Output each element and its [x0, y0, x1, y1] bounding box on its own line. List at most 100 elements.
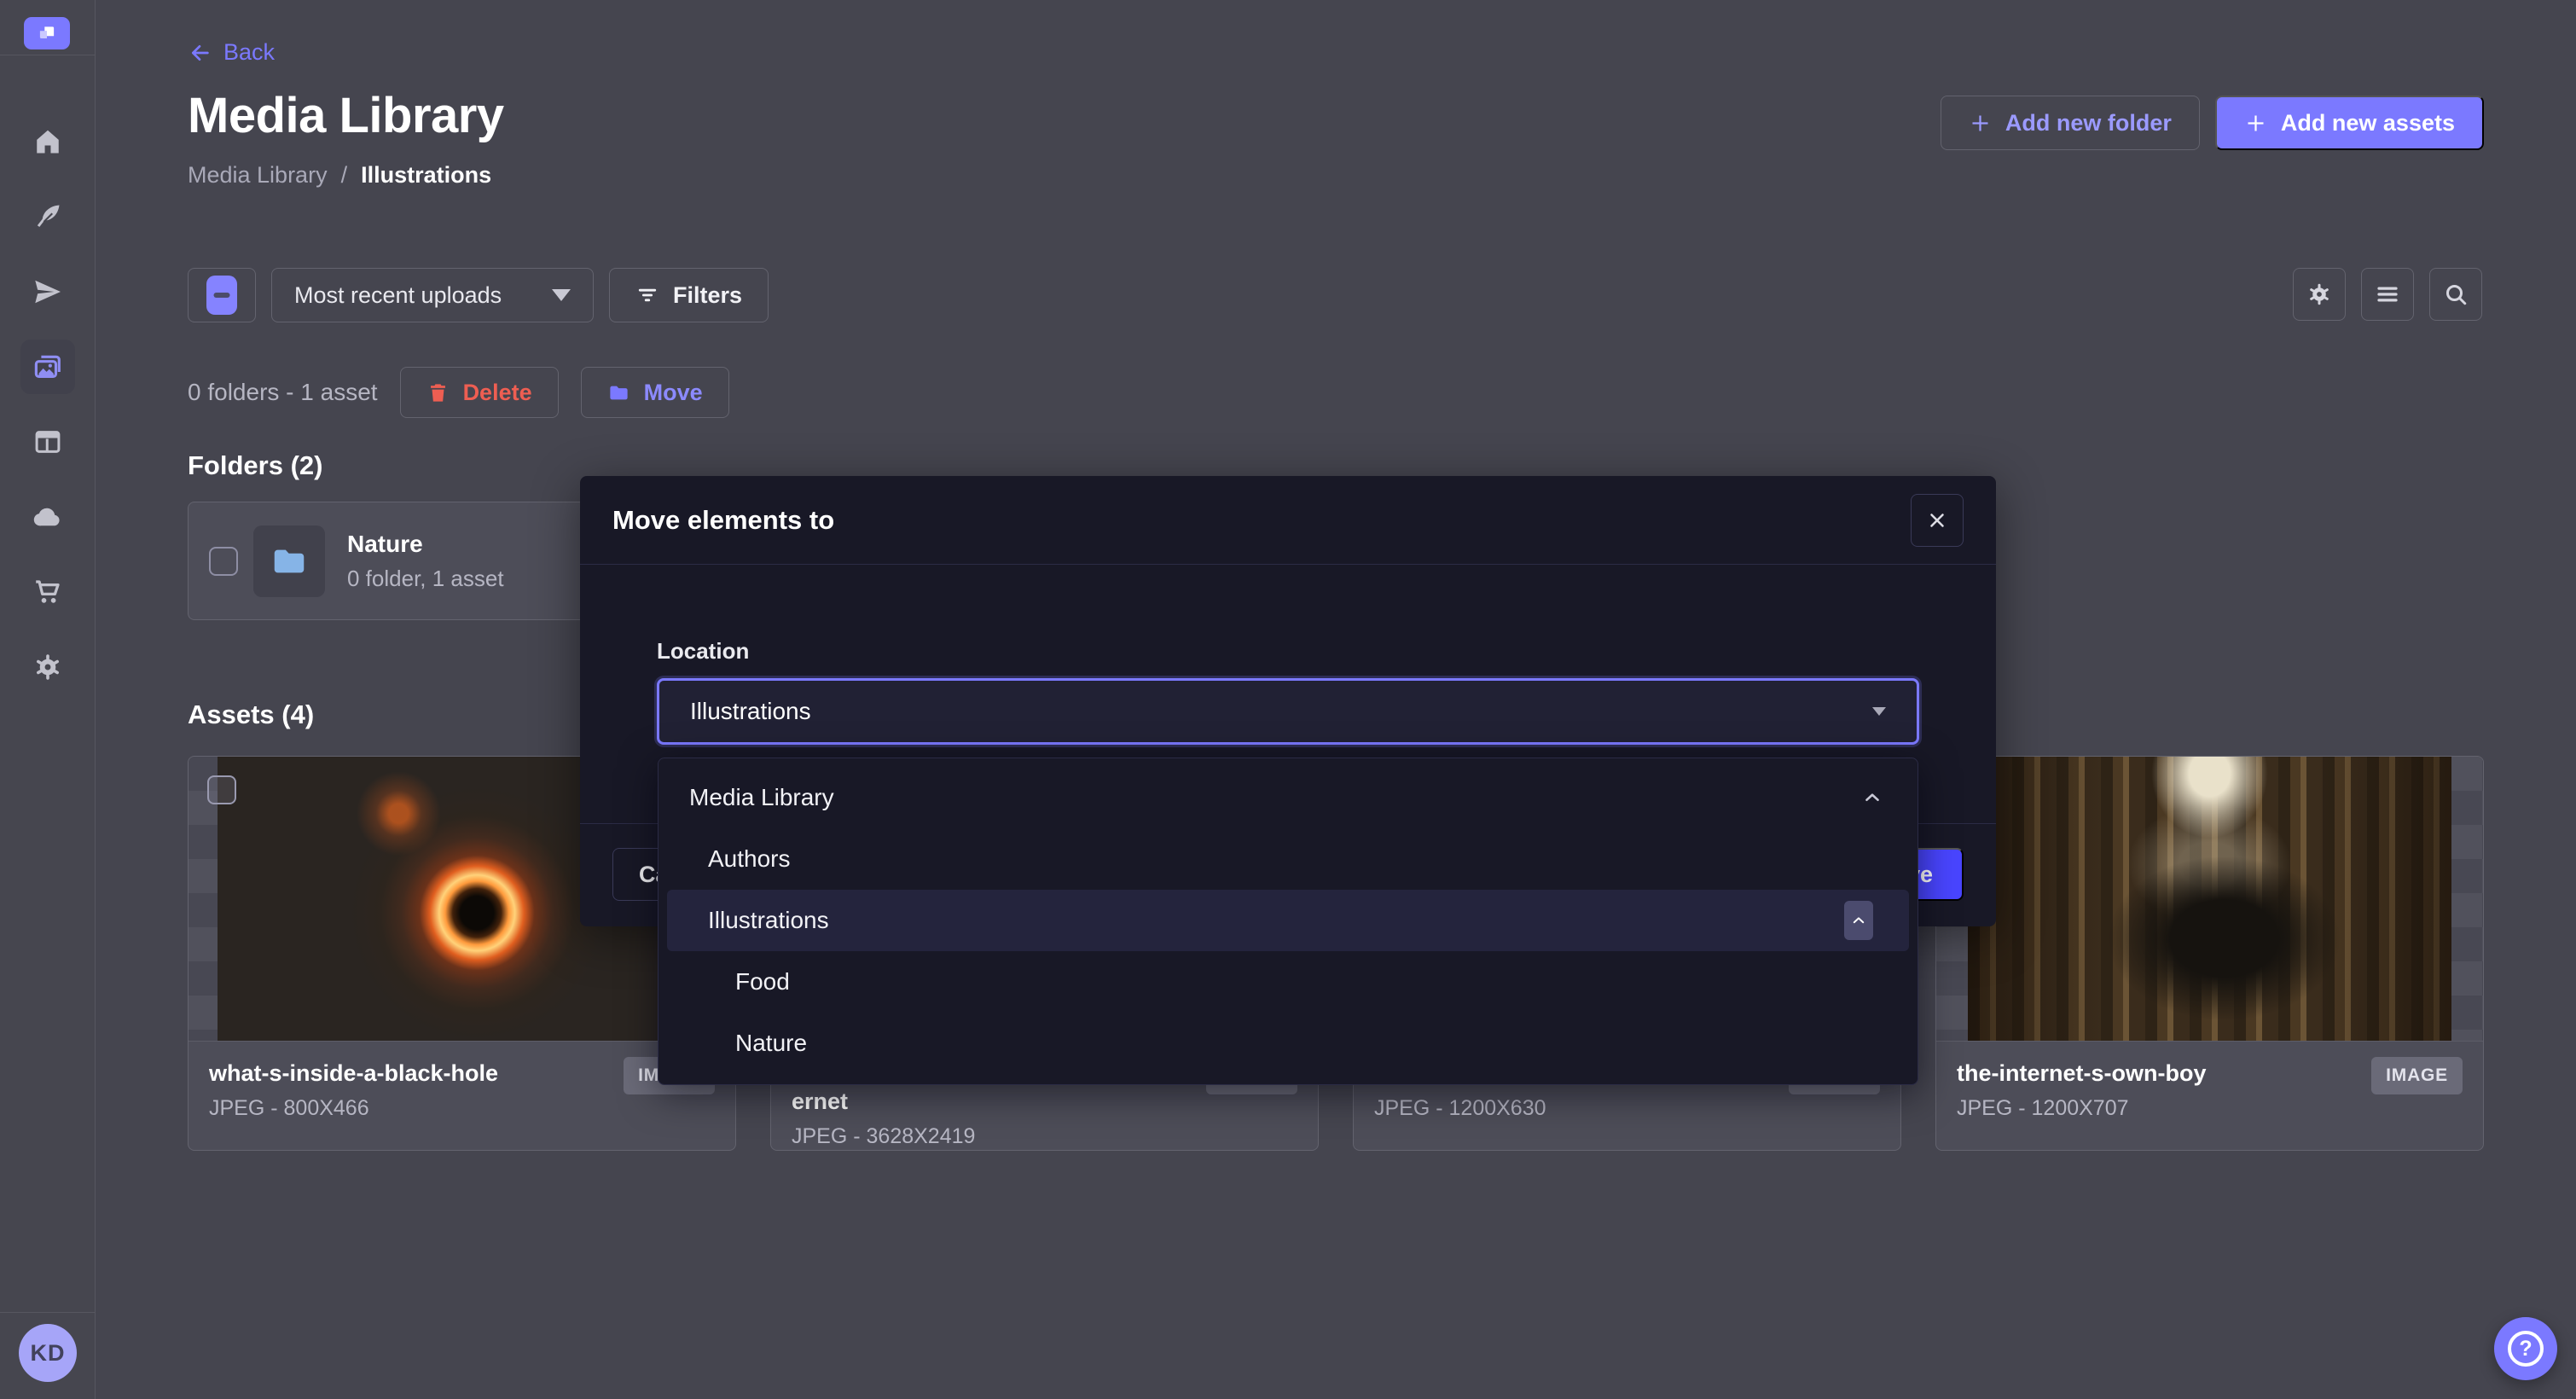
asset-name: what-s-inside-a-black-hole [209, 1060, 567, 1088]
search-button[interactable] [2429, 268, 2482, 321]
option-label: Food [735, 968, 790, 996]
asset-meta: JPEG - 800X466 [209, 1096, 715, 1121]
toolbar: Most recent uploads Filters [188, 268, 769, 322]
view-actions [2293, 268, 2482, 321]
move-label: Move [644, 380, 703, 406]
location-dropdown-popover: Media Library Authors Illustrations Food… [658, 758, 1918, 1085]
breadcrumb: Media Library / Illustrations [188, 162, 491, 189]
modal-header: Move elements to [580, 476, 1996, 565]
asset-name: the-internet-s-own-boy [1957, 1060, 2315, 1088]
location-select[interactable]: Illustrations [657, 678, 1919, 745]
folder-texts: Nature 0 folder, 1 asset [347, 531, 504, 592]
indeterminate-checkbox-icon [206, 276, 237, 315]
add-new-assets-button[interactable]: Add new assets [2215, 96, 2484, 150]
asset-meta: JPEG - 3628X2419 [792, 1124, 1297, 1149]
option-label: Nature [735, 1030, 807, 1057]
asset-card-internets-own-boy[interactable]: the-internet-s-own-boy JPEG - 1200X707 I… [1935, 756, 2484, 1151]
dropdown-option-nature[interactable]: Nature [659, 1013, 1917, 1074]
gear-icon [32, 652, 63, 682]
select-all-checkbox[interactable] [188, 268, 256, 322]
plus-icon [1969, 112, 1992, 135]
question-mark-icon: ? [2508, 1331, 2544, 1367]
delete-button[interactable]: Delete [400, 367, 559, 418]
sidebar-item-marketplace[interactable] [20, 565, 75, 619]
strapi-logo[interactable] [24, 17, 70, 49]
asset-checkbox[interactable] [207, 775, 236, 804]
sidebar-item-deploy[interactable] [20, 490, 75, 544]
close-button[interactable] [1911, 494, 1964, 547]
chevron-up-icon[interactable] [1861, 787, 1883, 809]
folder-icon-box [253, 525, 325, 597]
layout-icon [32, 427, 63, 457]
selection-bar: 0 folders - 1 asset Delete Move [188, 367, 729, 418]
add-new-assets-label: Add new assets [2281, 110, 2455, 136]
dropdown-option-illustrations[interactable]: Illustrations [667, 890, 1909, 951]
sort-dropdown[interactable]: Most recent uploads [271, 268, 594, 322]
header-actions: Add new folder Add new assets [1941, 96, 2484, 150]
breadcrumb-current: Illustrations [361, 162, 491, 189]
dropdown-option-authors[interactable]: Authors [659, 828, 1917, 890]
option-label: Illustrations [708, 907, 829, 934]
location-value: Illustrations [690, 698, 811, 725]
folder-checkbox[interactable] [209, 547, 238, 576]
breadcrumb-root[interactable]: Media Library [188, 162, 328, 189]
selection-summary: 0 folders - 1 asset [188, 379, 378, 406]
filter-icon [635, 283, 659, 307]
add-new-folder-label: Add new folder [2005, 110, 2172, 136]
folder-icon [607, 381, 630, 404]
sidebar-nav [20, 114, 75, 694]
move-button[interactable]: Move [581, 367, 729, 418]
plus-icon [2244, 112, 2267, 135]
folder-meta: 0 folder, 1 asset [347, 566, 504, 592]
folders-heading: Folders (2) [188, 450, 322, 481]
sidebar-divider-bottom [0, 1312, 95, 1313]
back-link[interactable]: Back [188, 39, 275, 66]
dropdown-option-media-library[interactable]: Media Library [659, 767, 1917, 828]
arrow-left-icon [188, 41, 212, 65]
sidebar-item-home[interactable] [20, 114, 75, 169]
assets-heading: Assets (4) [188, 700, 314, 730]
list-view-button[interactable] [2361, 268, 2414, 321]
asset-meta: JPEG - 1200X707 [1957, 1096, 2463, 1121]
strapi-logo-icon [36, 22, 58, 44]
dropdown-option-food[interactable]: Food [659, 951, 1917, 1013]
sidebar-item-releases[interactable] [20, 264, 75, 319]
library-portrait-image [1968, 757, 2451, 1041]
page-title: Media Library [188, 87, 504, 144]
folder-icon [270, 542, 309, 581]
delete-label: Delete [463, 380, 532, 406]
chevron-up-icon [1851, 913, 1866, 928]
images-icon [32, 351, 64, 383]
sidebar-item-media-library[interactable] [20, 340, 75, 394]
asset-type-badge: IMAGE [2371, 1057, 2463, 1094]
modal-title: Move elements to [612, 505, 834, 536]
folder-name: Nature [347, 531, 504, 558]
filters-label: Filters [673, 282, 742, 309]
sidebar: KD [0, 0, 96, 1399]
list-icon [2375, 282, 2400, 307]
breadcrumb-separator: / [341, 162, 348, 189]
sidebar-item-settings[interactable] [20, 640, 75, 694]
asset-caption: what-s-inside-a-black-hole JPEG - 800X46… [189, 1042, 735, 1140]
asset-meta: JPEG - 1200X630 [1374, 1096, 1880, 1121]
sidebar-item-content-manager[interactable] [20, 415, 75, 469]
collapse-button[interactable] [1844, 901, 1873, 940]
sidebar-item-content-builder[interactable] [20, 189, 75, 244]
search-icon [2443, 282, 2469, 307]
option-label: Authors [708, 845, 791, 873]
feather-icon [32, 201, 63, 232]
filters-button[interactable]: Filters [609, 268, 769, 322]
add-new-folder-button[interactable]: Add new folder [1941, 96, 2200, 150]
cloud-icon [32, 501, 64, 533]
asset-thumbnail [1936, 757, 2483, 1042]
home-icon [32, 126, 63, 157]
back-label: Back [223, 39, 275, 66]
view-settings-button[interactable] [2293, 268, 2346, 321]
close-icon [1926, 509, 1948, 531]
sort-value: Most recent uploads [294, 282, 502, 309]
avatar[interactable]: KD [19, 1324, 77, 1382]
caret-down-icon [1872, 707, 1886, 716]
location-label: Location [657, 638, 1919, 665]
gear-icon [2306, 282, 2332, 307]
help-button[interactable]: ? [2494, 1317, 2557, 1380]
